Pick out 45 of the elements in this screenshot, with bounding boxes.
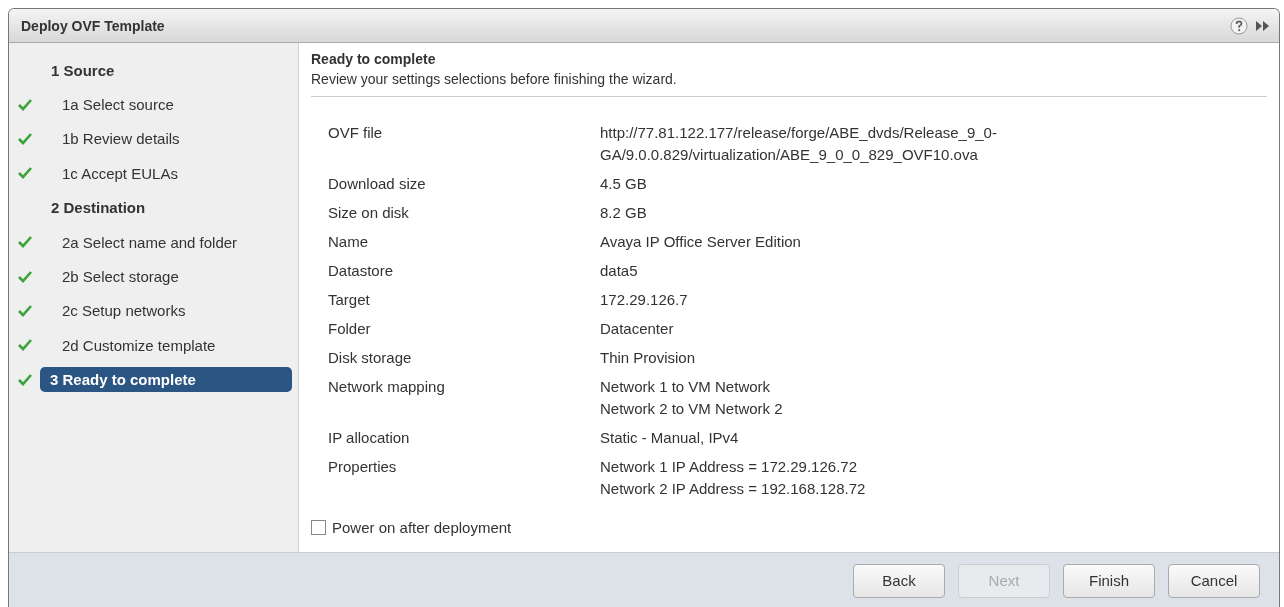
dialog-button[interactable]: Cancel (1168, 563, 1260, 598)
dialog-button[interactable]: Finish (1063, 563, 1155, 598)
summary-label: Target (328, 290, 371, 310)
summary-value: 172.29.126.7 (600, 290, 689, 310)
page-subtitle: Review your settings selections before finishing the wizard. (311, 71, 1267, 97)
summary-value: Network 1 IP Address = 172.29.126.72 (600, 457, 858, 477)
summary-value: GA/9.0.0.829/virtualization/ABE_9_0_0_829_OVF10.ova (600, 145, 979, 165)
wizard-step[interactable]: 2b Select storage (40, 264, 292, 290)
wizard-step[interactable]: 1a Select source (40, 92, 292, 118)
summary-value: Avaya IP Office Server Edition (600, 232, 802, 252)
summary-value: Network 2 IP Address = 192.168.128.72 (600, 479, 867, 499)
summary-label: Size on disk (328, 203, 410, 223)
double-arrow-icon[interactable] (1256, 20, 1269, 31)
wizard-step[interactable]: 1c Accept EULAs (40, 160, 292, 186)
wizard-step[interactable]: 2 Destination (40, 195, 292, 221)
summary-value: Thin Provision (600, 348, 697, 368)
summary-value: 8.2 GB (600, 203, 648, 223)
summary-label: Name (328, 232, 369, 252)
window-title: Deploy OVF Template (21, 17, 166, 34)
wizard-step[interactable]: 1 Source (40, 57, 292, 83)
summary-label: Download size (328, 174, 427, 194)
wizard-step[interactable]: 2a Select name and folder (40, 229, 292, 255)
summary-value: Network 2 to VM Network 2 (600, 399, 784, 419)
dialog-button[interactable]: Back (853, 563, 945, 598)
summary-value: Static - Manual, IPv4 (600, 428, 740, 448)
summary-label: IP allocation (328, 428, 411, 448)
summary-value: Network 1 to VM Network (600, 377, 772, 397)
checkbox[interactable] (311, 520, 326, 535)
summary-label: Disk storage (328, 348, 413, 368)
summary-label: Network mapping (328, 377, 446, 397)
wizard-step[interactable]: 2c Setup networks (40, 298, 292, 324)
help-icon[interactable] (1230, 16, 1248, 35)
summary-label: Datastore (328, 261, 395, 281)
wizard-step[interactable]: 3 Ready to complete (40, 367, 292, 393)
summary-label: Properties (328, 457, 398, 477)
checkbox-label[interactable]: Power on after deployment (332, 519, 512, 536)
page-title: Ready to complete (311, 51, 437, 67)
summary-label: Folder (328, 319, 372, 339)
summary-label: OVF file (328, 123, 384, 143)
summary-value: Datacenter (600, 319, 675, 339)
wizard-step[interactable]: 2d Customize template (40, 332, 292, 358)
wizard-step[interactable]: 1b Review details (40, 126, 292, 152)
summary-value: 4.5 GB (600, 174, 648, 194)
summary-value: data5 (600, 261, 639, 281)
summary-value: http://77.81.122.177/release/forge/ABE_dvds/Release_9_0- (600, 123, 998, 143)
